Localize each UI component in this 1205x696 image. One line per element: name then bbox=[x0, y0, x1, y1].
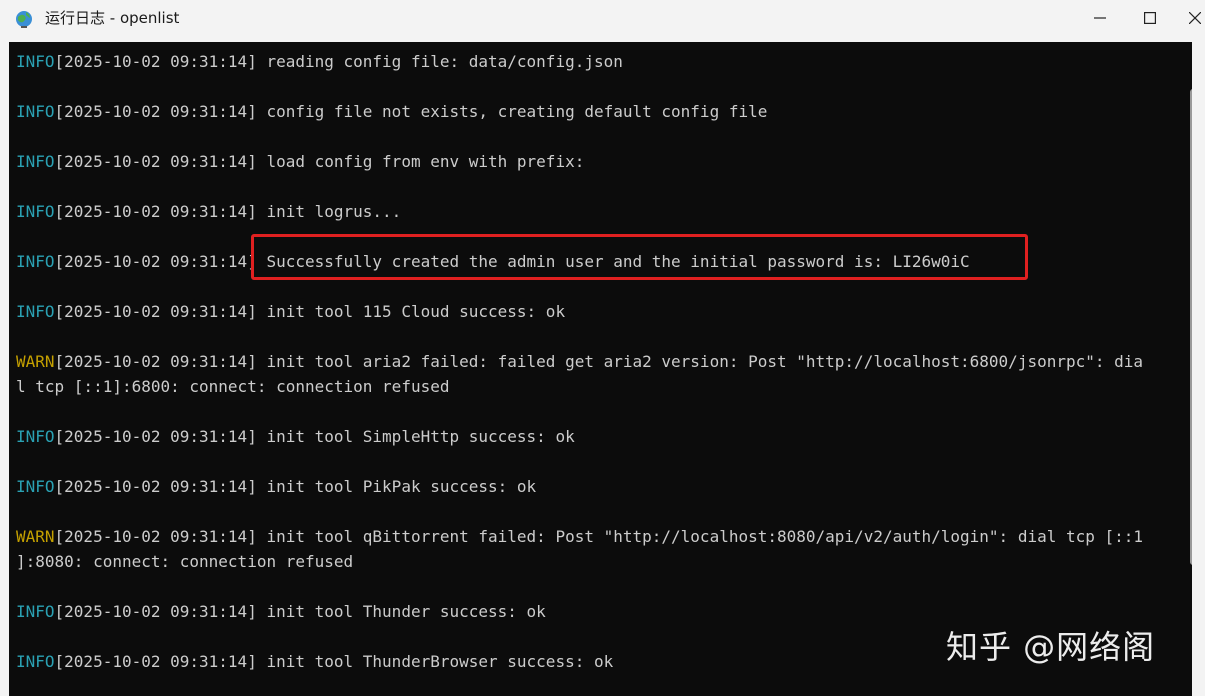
log-level: INFO bbox=[16, 152, 55, 171]
log-message: [2025-10-02 09:31:14] Successfully creat… bbox=[54, 252, 970, 271]
close-icon bbox=[1189, 12, 1201, 24]
maximize-button[interactable] bbox=[1127, 0, 1173, 36]
log-message: [2025-10-02 09:31:14] config file not ex… bbox=[54, 102, 768, 121]
log-entry: WARN[2025-10-02 09:31:14] init tool qBit… bbox=[16, 524, 1180, 574]
log-line: INFO[2025-10-02 09:31:14] init logrus... bbox=[16, 199, 1180, 224]
console-output[interactable]: INFO[2025-10-02 09:31:14] reading config… bbox=[9, 42, 1192, 696]
window-title: 运行日志 - openlist bbox=[45, 9, 180, 27]
log-entry: INFO[2025-10-02 09:31:14] Successfully c… bbox=[16, 249, 1180, 274]
log-message: [2025-10-02 09:31:14] init tool ThunderB… bbox=[54, 652, 614, 671]
log-line: INFO[2025-10-02 09:31:14] init tool Simp… bbox=[16, 424, 1180, 449]
log-message: [2025-10-02 09:31:14] init tool SimpleHt… bbox=[54, 427, 575, 446]
maximize-icon bbox=[1144, 12, 1156, 24]
log-line: INFO[2025-10-02 09:31:14] init tool Thun… bbox=[16, 599, 1180, 624]
minimize-icon bbox=[1094, 12, 1106, 24]
log-level: INFO bbox=[16, 52, 55, 71]
log-entry: INFO[2025-10-02 09:31:14] load config fr… bbox=[16, 149, 1180, 174]
watermark: 知乎 @网络阁 bbox=[946, 628, 1156, 666]
log-line: ]:8080: connect: connection refused bbox=[16, 549, 1180, 574]
log-level: INFO bbox=[16, 427, 55, 446]
log-entry: INFO[2025-10-02 09:31:14] reading config… bbox=[16, 49, 1180, 74]
log-entry: INFO[2025-10-02 09:31:14] init tool Simp… bbox=[16, 424, 1180, 449]
log-entry: INFO[2025-10-02 09:31:14] init tool 115 … bbox=[16, 299, 1180, 324]
log-entry: WARN[2025-10-02 09:31:14] init tool aria… bbox=[16, 349, 1180, 399]
log-entry: INFO[2025-10-02 09:31:14] init tool PikP… bbox=[16, 474, 1180, 499]
log-area: INFO[2025-10-02 09:31:14] reading config… bbox=[16, 49, 1180, 696]
log-message: [2025-10-02 09:31:14] init tool aria2 fa… bbox=[54, 352, 1144, 371]
log-level: INFO bbox=[16, 302, 55, 321]
log-message: [2025-10-02 09:31:14] init tool 115 Clou… bbox=[54, 302, 566, 321]
minimize-button[interactable] bbox=[1077, 0, 1123, 36]
close-button[interactable] bbox=[1180, 0, 1205, 36]
log-entry: INFO[2025-10-02 09:31:14] config file no… bbox=[16, 99, 1180, 124]
log-line: INFO[2025-10-02 09:31:14] load config fr… bbox=[16, 149, 1180, 174]
log-level: INFO bbox=[16, 102, 55, 121]
log-line: INFO[2025-10-02 09:31:14] Successfully c… bbox=[16, 249, 1180, 274]
log-level: INFO bbox=[16, 477, 55, 496]
log-message: [2025-10-02 09:31:14] init tool Thunder … bbox=[54, 602, 546, 621]
log-level: INFO bbox=[16, 652, 55, 671]
log-message: [2025-10-02 09:31:14] load config from e… bbox=[54, 152, 585, 171]
log-message: [2025-10-02 09:31:14] init tool PikPak s… bbox=[54, 477, 537, 496]
scrollbar-thumb[interactable] bbox=[1190, 89, 1192, 565]
log-line: WARN[2025-10-02 09:31:14] init tool aria… bbox=[16, 349, 1180, 374]
log-level: INFO bbox=[16, 252, 55, 271]
log-entry: INFO[2025-10-02 09:31:14] init logrus... bbox=[16, 199, 1180, 224]
log-level: INFO bbox=[16, 202, 55, 221]
app-globe-icon bbox=[13, 7, 35, 29]
log-message: [2025-10-02 09:31:14] init tool qBittorr… bbox=[54, 527, 1144, 546]
log-message: ]:8080: connect: connection refused bbox=[16, 552, 354, 571]
log-level: WARN bbox=[16, 352, 55, 371]
title-bar[interactable]: 运行日志 - openlist bbox=[0, 0, 1205, 36]
log-line: WARN[2025-10-02 09:31:14] init tool qBit… bbox=[16, 524, 1180, 549]
log-entry: INFO[2025-10-02 09:31:14] init tool Thun… bbox=[16, 599, 1180, 624]
log-message: [2025-10-02 09:31:14] reading config fil… bbox=[54, 52, 623, 71]
log-line: INFO[2025-10-02 09:31:14] reading config… bbox=[16, 49, 1180, 74]
log-level: WARN bbox=[16, 527, 55, 546]
log-line: INFO[2025-10-02 09:31:14] init tool PikP… bbox=[16, 474, 1180, 499]
log-message: [2025-10-02 09:31:14] init logrus... bbox=[54, 202, 402, 221]
log-line: l tcp [::1]:6800: connect: connection re… bbox=[16, 374, 1180, 399]
log-line: INFO[2025-10-02 09:31:14] init tool 115 … bbox=[16, 299, 1180, 324]
log-level: INFO bbox=[16, 602, 55, 621]
log-line: INFO[2025-10-02 09:31:14] config file no… bbox=[16, 99, 1180, 124]
log-message: l tcp [::1]:6800: connect: connection re… bbox=[16, 377, 450, 396]
